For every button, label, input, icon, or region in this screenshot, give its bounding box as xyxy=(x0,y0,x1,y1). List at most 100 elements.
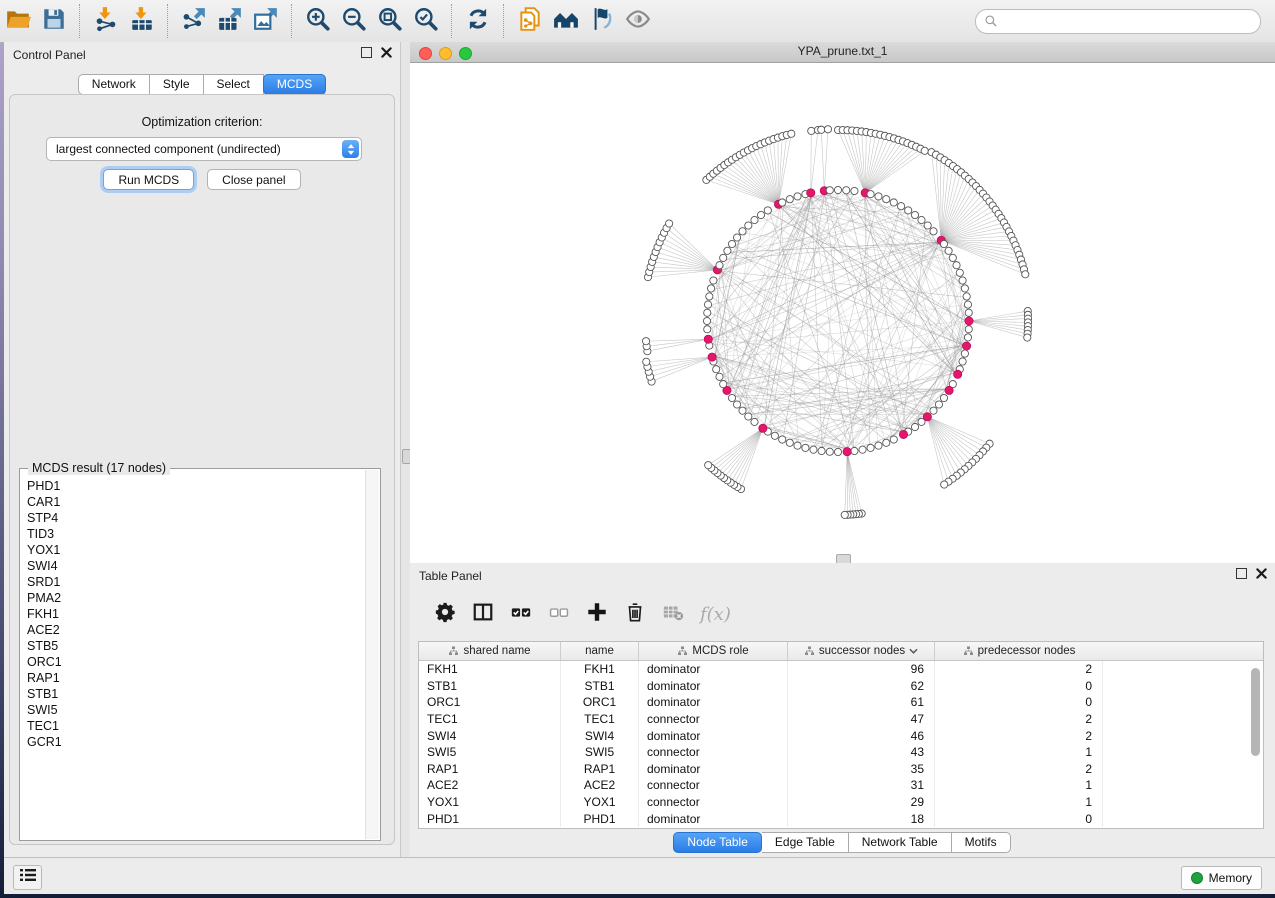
mcds-node[interactable] xyxy=(954,370,962,378)
ring-node[interactable] xyxy=(708,285,715,292)
ring-node[interactable] xyxy=(704,301,711,308)
ring-node[interactable] xyxy=(961,285,968,292)
ring-node[interactable] xyxy=(959,277,966,284)
ring-node[interactable] xyxy=(834,186,841,193)
ring-node[interactable] xyxy=(826,448,833,455)
tab-motifs[interactable]: Motifs xyxy=(952,832,1011,853)
ring-node[interactable] xyxy=(794,442,801,449)
leaf-node[interactable] xyxy=(788,130,795,137)
ring-node[interactable] xyxy=(794,193,801,200)
search-box[interactable] xyxy=(975,9,1261,34)
ring-node[interactable] xyxy=(733,234,740,241)
delete-column-button[interactable] xyxy=(616,599,654,629)
mcds-node[interactable] xyxy=(962,342,970,350)
mcds-result-item[interactable]: STP4 xyxy=(27,510,366,526)
create-column-button[interactable] xyxy=(578,599,616,629)
column-header-MCDS-role[interactable]: MCDS role xyxy=(639,642,788,660)
ring-node[interactable] xyxy=(786,196,793,203)
mcds-node[interactable] xyxy=(759,424,767,432)
mcds-result-item[interactable]: ORC1 xyxy=(27,654,366,670)
table-row[interactable]: TEC1TEC1connector472 xyxy=(419,711,1263,728)
leaf-node[interactable] xyxy=(1024,334,1031,341)
task-history-button[interactable] xyxy=(13,865,42,890)
table-row[interactable]: ACE2ACE2connector311 xyxy=(419,777,1263,794)
ring-node[interactable] xyxy=(935,401,942,408)
optimization-criterion-select[interactable]: largest connected component (undirected) xyxy=(46,137,362,161)
ring-node[interactable] xyxy=(945,247,952,254)
table-row[interactable]: RAP1RAP1dominator352 xyxy=(419,761,1263,778)
clone-network-button[interactable] xyxy=(512,5,548,37)
ring-node[interactable] xyxy=(710,277,717,284)
ring-node[interactable] xyxy=(728,394,735,401)
ring-node[interactable] xyxy=(867,191,874,198)
table-mode-button[interactable] xyxy=(426,599,464,629)
table-row[interactable]: FKH1FKH1dominator962 xyxy=(419,661,1263,678)
mcds-node[interactable] xyxy=(899,430,907,438)
ring-node[interactable] xyxy=(739,228,746,235)
ring-node[interactable] xyxy=(963,293,970,300)
ring-node[interactable] xyxy=(751,418,758,425)
show-graphics-details-button[interactable] xyxy=(620,5,656,37)
table-row[interactable]: STB1STB1dominator620 xyxy=(419,678,1263,695)
mcds-result-item[interactable]: TID3 xyxy=(27,526,366,542)
ring-node[interactable] xyxy=(940,240,947,247)
table-row[interactable]: SWI5SWI5connector431 xyxy=(419,744,1263,761)
ring-node[interactable] xyxy=(905,207,912,214)
leaf-node[interactable] xyxy=(941,481,948,488)
ring-node[interactable] xyxy=(720,254,727,261)
show-all-columns-button[interactable] xyxy=(502,599,540,629)
ring-node[interactable] xyxy=(733,401,740,408)
ring-node[interactable] xyxy=(924,222,931,229)
export-table-button[interactable] xyxy=(212,5,248,37)
ring-node[interactable] xyxy=(802,444,809,451)
ring-node[interactable] xyxy=(724,247,731,254)
mcds-node[interactable] xyxy=(843,448,851,456)
network-canvas-svg[interactable] xyxy=(410,63,1275,563)
mcds-result-item[interactable]: SWI5 xyxy=(27,702,366,718)
table-row[interactable]: ORC1ORC1dominator610 xyxy=(419,694,1263,711)
mcds-result-list[interactable]: PHD1CAR1STP4TID3YOX1SWI4SRD1PMA2FKH1ACE2… xyxy=(21,472,366,839)
ring-node[interactable] xyxy=(867,444,874,451)
export-network-button[interactable] xyxy=(176,5,212,37)
toggle-panes-button[interactable] xyxy=(464,599,502,629)
zoom-fit-button[interactable] xyxy=(372,5,408,37)
ring-node[interactable] xyxy=(843,187,850,194)
float-panel-icon[interactable] xyxy=(361,47,372,58)
ring-node[interactable] xyxy=(818,447,825,454)
tab-network-table[interactable]: Network Table xyxy=(849,832,952,853)
mcds-node[interactable] xyxy=(945,386,953,394)
close-panel-button[interactable]: Close panel xyxy=(207,169,300,190)
mcds-result-item[interactable]: TEC1 xyxy=(27,718,366,734)
leaf-node[interactable] xyxy=(666,220,673,227)
ring-node[interactable] xyxy=(751,216,758,223)
hide-all-columns-button[interactable] xyxy=(540,599,578,629)
ring-node[interactable] xyxy=(728,240,735,247)
tab-select[interactable]: Select xyxy=(204,74,264,95)
mcds-result-item[interactable]: ACE2 xyxy=(27,622,366,638)
mcds-node[interactable] xyxy=(708,353,716,361)
open-file-button[interactable] xyxy=(0,5,36,37)
ring-node[interactable] xyxy=(704,309,711,316)
ring-node[interactable] xyxy=(965,326,972,333)
ring-node[interactable] xyxy=(713,366,720,373)
mcds-result-item[interactable]: RAP1 xyxy=(27,670,366,686)
ring-node[interactable] xyxy=(883,196,890,203)
ring-node[interactable] xyxy=(940,394,947,401)
ring-node[interactable] xyxy=(716,373,723,380)
ring-node[interactable] xyxy=(720,381,727,388)
import-network-button[interactable] xyxy=(88,5,124,37)
ring-node[interactable] xyxy=(918,216,925,223)
table-row[interactable]: YOX1YOX1connector291 xyxy=(419,794,1263,811)
tab-mcds[interactable]: MCDS xyxy=(263,74,326,95)
ring-node[interactable] xyxy=(875,193,882,200)
ring-node[interactable] xyxy=(875,442,882,449)
annotations-button[interactable] xyxy=(584,5,620,37)
ring-node[interactable] xyxy=(959,358,966,365)
ring-node[interactable] xyxy=(890,436,897,443)
zoom-in-button[interactable] xyxy=(300,5,336,37)
ring-node[interactable] xyxy=(745,222,752,229)
mcds-result-item[interactable]: STB1 xyxy=(27,686,366,702)
leaf-node[interactable] xyxy=(643,358,650,365)
ring-node[interactable] xyxy=(703,317,710,324)
function-builder-button[interactable]: f(x) xyxy=(700,604,731,625)
